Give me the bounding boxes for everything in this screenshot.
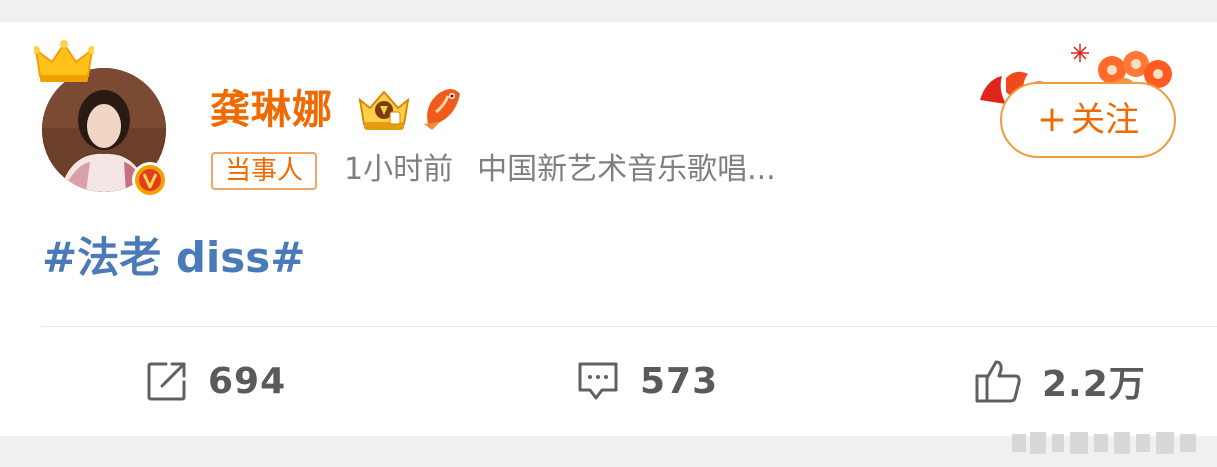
comment-icon	[578, 362, 618, 400]
forward-button[interactable]: 694	[146, 356, 286, 406]
post-time: 1小时前	[344, 152, 454, 187]
divider	[42, 326, 1217, 327]
like-button[interactable]: 2.2万	[974, 356, 1146, 406]
follow-label: 关注	[1071, 100, 1140, 140]
like-icon	[975, 360, 1021, 403]
comment-count: 573	[640, 360, 719, 402]
post-hashtag-link[interactable]: #法老 diss#	[42, 232, 305, 284]
plus-icon: +	[1036, 99, 1068, 140]
follow-button[interactable]: + 关注	[1000, 82, 1176, 158]
role-tag: 当事人	[211, 152, 318, 190]
forward-icon	[147, 362, 186, 401]
post-meta: 1小时前 中国新艺术音乐歌唱...	[344, 150, 776, 190]
forward-count: 694	[208, 360, 287, 402]
post-source[interactable]: 中国新艺术音乐歌唱...	[477, 152, 776, 187]
like-count: 2.2万	[1042, 364, 1146, 405]
avatar-container[interactable]	[34, 40, 170, 198]
crown-icon	[34, 40, 94, 82]
vip-badge-icon[interactable]	[356, 88, 412, 132]
watermark-icon	[1012, 432, 1196, 454]
weibo-post-card: 龚琳娜 当事人 1小时前 中国新艺术音乐歌唱... + 关注 #法老 diss#…	[0, 22, 1217, 436]
author-name[interactable]: 龚琳娜	[210, 86, 333, 134]
comment-button[interactable]: 573	[576, 356, 718, 406]
fish-badge-icon[interactable]	[418, 84, 464, 132]
verified-icon	[132, 162, 168, 198]
